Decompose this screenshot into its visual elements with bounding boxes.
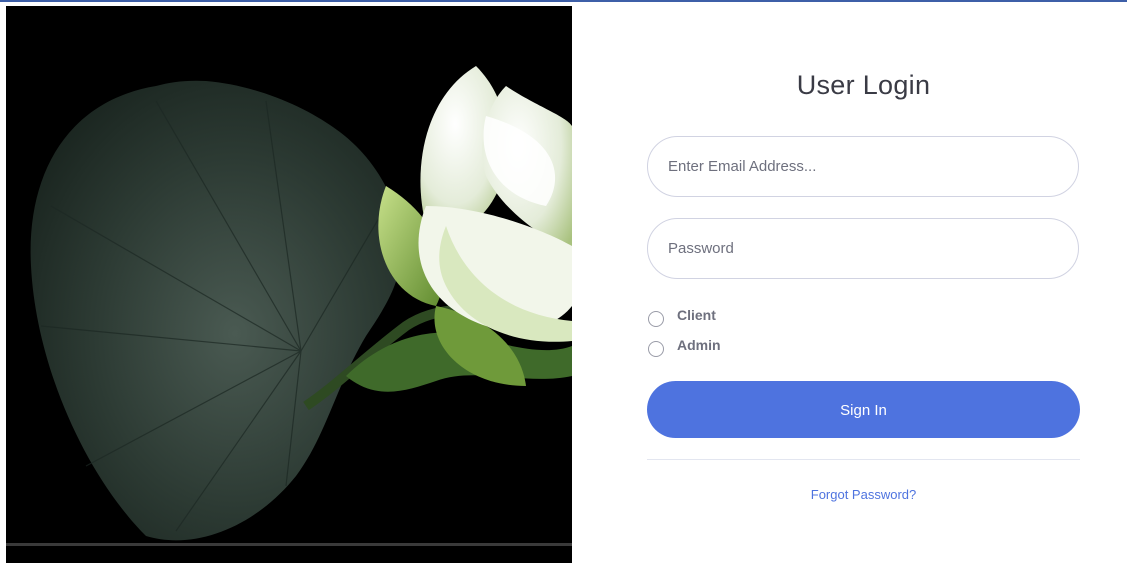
sign-in-button[interactable]: Sign In (647, 381, 1080, 438)
forgot-password-link[interactable]: Forgot Password? (647, 487, 1080, 502)
password-field[interactable] (647, 218, 1079, 279)
page-title: User Login (796, 70, 931, 100)
client-radio-button[interactable] (648, 311, 664, 327)
admin-radio-label[interactable]: Admin (677, 337, 721, 353)
role-option-admin[interactable]: Admin (648, 333, 721, 357)
form-divider (647, 459, 1080, 460)
lotus-hero-image (6, 6, 572, 563)
login-form-panel: User Login Client Admin Sign In Forgot P… (572, 0, 1127, 563)
lotus-illustration (30, 66, 572, 541)
email-field[interactable] (647, 136, 1079, 197)
client-radio-label[interactable]: Client (677, 307, 716, 323)
image-baseline (6, 543, 572, 546)
admin-radio-button[interactable] (648, 341, 664, 357)
role-option-client[interactable]: Client (648, 303, 716, 327)
